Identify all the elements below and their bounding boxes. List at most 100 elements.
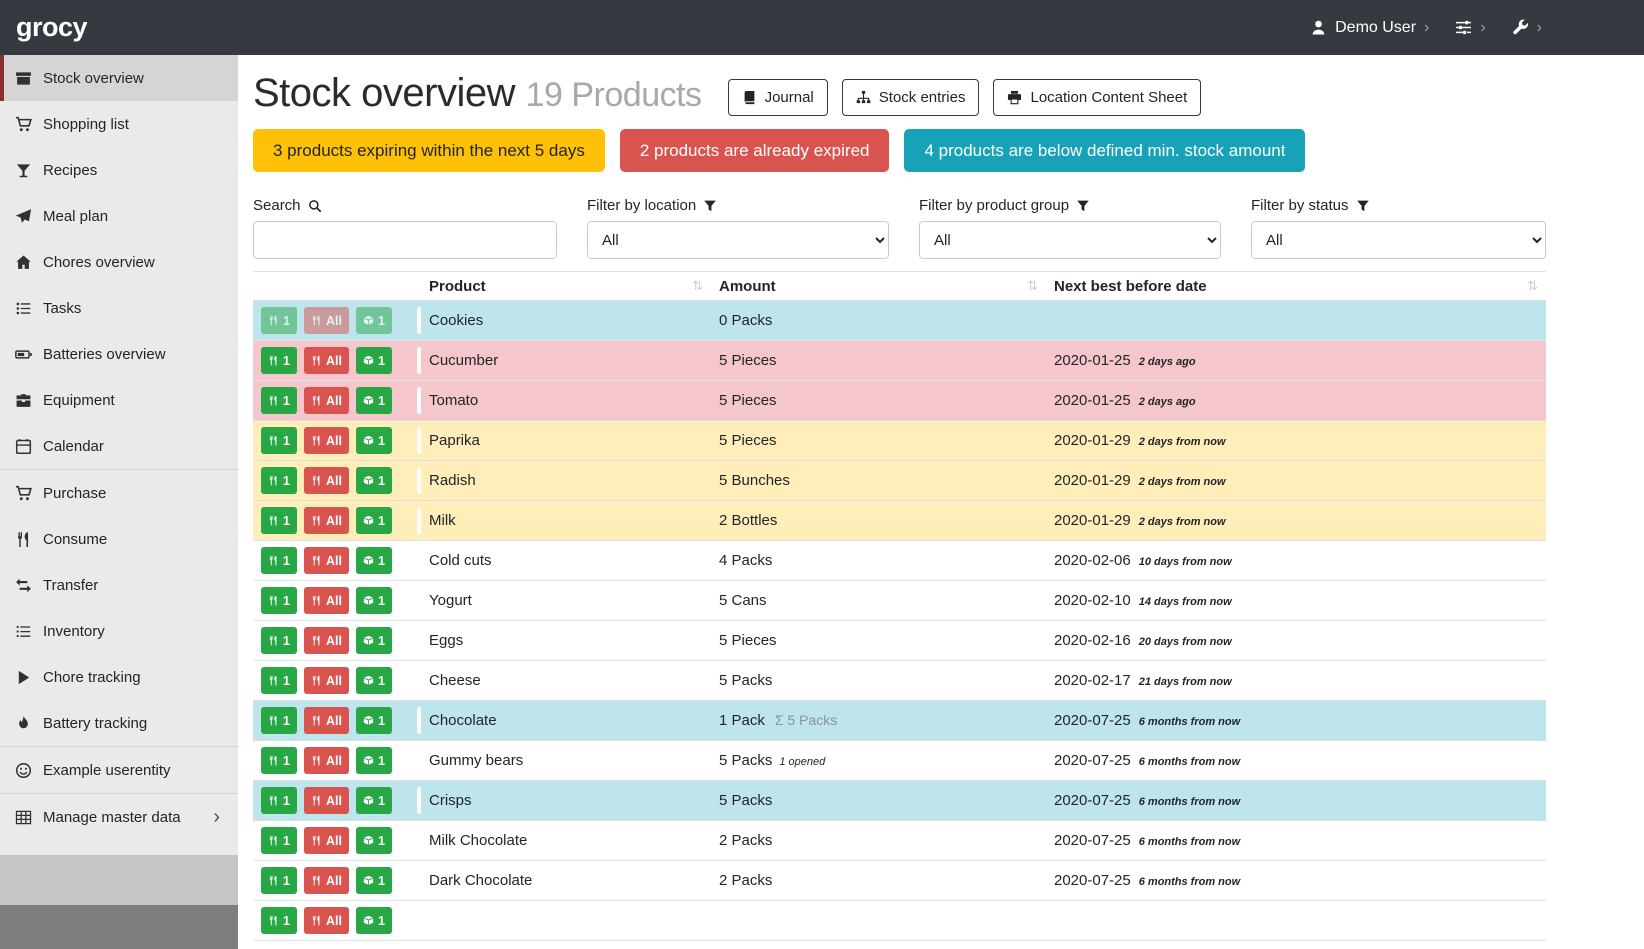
- sort-icon[interactable]: ⇅: [692, 278, 703, 294]
- row-menu-button[interactable]: ⋮: [417, 307, 421, 334]
- consume-all-button[interactable]: All: [304, 827, 349, 854]
- open-one-button[interactable]: 1: [356, 587, 392, 614]
- row-menu-button[interactable]: ⋮: [417, 547, 421, 574]
- open-one-button[interactable]: 1: [356, 507, 392, 534]
- app-logo[interactable]: grocy: [16, 12, 87, 43]
- open-one-button[interactable]: 1: [356, 467, 392, 494]
- open-one-button[interactable]: 1: [356, 427, 392, 454]
- sidebar-item-consume[interactable]: Consume: [0, 516, 238, 562]
- consume-one-button[interactable]: 1: [261, 427, 297, 454]
- location-select[interactable]: All: [587, 221, 889, 259]
- stock-entries-button[interactable]: Stock entries: [842, 79, 980, 116]
- row-menu-button[interactable]: ⋮: [417, 827, 421, 854]
- sort-icon[interactable]: ⇅: [1027, 278, 1038, 294]
- consume-all-button[interactable]: All: [304, 587, 349, 614]
- consume-one-button[interactable]: 1: [261, 787, 297, 814]
- column-header-product[interactable]: Product ⇅: [421, 272, 711, 301]
- consume-one-button[interactable]: 1: [261, 587, 297, 614]
- sidebar-item-recipes[interactable]: Recipes: [0, 147, 238, 193]
- user-menu[interactable]: Demo User ›: [1310, 19, 1429, 37]
- sidebar-item-calendar[interactable]: Calendar: [0, 423, 238, 469]
- open-one-button[interactable]: 1: [356, 307, 392, 334]
- open-one-button[interactable]: 1: [356, 707, 392, 734]
- sidebar-item-stock-overview[interactable]: Stock overview: [0, 55, 238, 101]
- sidebar-item-shopping-list[interactable]: Shopping list: [0, 101, 238, 147]
- location-content-sheet-button[interactable]: Location Content Sheet: [993, 79, 1201, 116]
- open-one-button[interactable]: 1: [356, 347, 392, 374]
- consume-all-button[interactable]: All: [304, 467, 349, 494]
- row-menu-button[interactable]: ⋮: [417, 867, 421, 894]
- row-menu-button[interactable]: ⋮: [417, 787, 421, 814]
- open-one-button[interactable]: 1: [356, 867, 392, 894]
- status-select[interactable]: All: [1251, 221, 1546, 259]
- consume-one-button[interactable]: 1: [261, 667, 297, 694]
- admin-menu[interactable]: ›: [1512, 19, 1542, 36]
- open-one-button[interactable]: 1: [356, 787, 392, 814]
- row-menu-button[interactable]: ⋮: [417, 507, 421, 534]
- sidebar-item-purchase[interactable]: Purchase: [0, 470, 238, 516]
- sidebar-item-meal-plan[interactable]: Meal plan: [0, 193, 238, 239]
- consume-one-button[interactable]: 1: [261, 907, 297, 934]
- consume-one-button[interactable]: 1: [261, 707, 297, 734]
- consume-all-button[interactable]: All: [304, 867, 349, 894]
- sidebar-item-chore-tracking[interactable]: Chore tracking: [0, 654, 238, 700]
- row-menu-button[interactable]: ⋮: [417, 627, 421, 654]
- sidebar-item-equipment[interactable]: Equipment: [0, 377, 238, 423]
- row-menu-button[interactable]: ⋮: [417, 387, 421, 414]
- open-one-button[interactable]: 1: [356, 387, 392, 414]
- consume-all-button[interactable]: All: [304, 707, 349, 734]
- consume-one-button[interactable]: 1: [261, 307, 297, 334]
- open-one-button[interactable]: 1: [356, 907, 392, 934]
- row-menu-button[interactable]: ⋮: [417, 667, 421, 694]
- open-one-button[interactable]: 1: [356, 547, 392, 574]
- consume-one-button[interactable]: 1: [261, 547, 297, 574]
- sidebar-item-inventory[interactable]: Inventory: [0, 608, 238, 654]
- sidebar-item-chores-overview[interactable]: Chores overview: [0, 239, 238, 285]
- consume-one-button[interactable]: 1: [261, 827, 297, 854]
- consume-one-button[interactable]: 1: [261, 467, 297, 494]
- sidebar-item-batteries-overview[interactable]: Batteries overview: [0, 331, 238, 377]
- open-one-button[interactable]: 1: [356, 747, 392, 774]
- sidebar-item-example-userentity[interactable]: Example userentity: [0, 747, 238, 793]
- settings-menu[interactable]: ›: [1455, 19, 1485, 36]
- row-menu-button[interactable]: ⋮: [417, 467, 421, 494]
- open-one-button[interactable]: 1: [356, 827, 392, 854]
- row-menu-button[interactable]: ⋮: [417, 427, 421, 454]
- consume-all-button[interactable]: All: [304, 427, 349, 454]
- consume-all-button[interactable]: All: [304, 387, 349, 414]
- banner-expiring-soon[interactable]: 3 products expiring within the next 5 da…: [253, 129, 605, 172]
- journal-button[interactable]: Journal: [728, 79, 828, 116]
- sort-icon[interactable]: ⇅: [1527, 278, 1538, 294]
- open-one-button[interactable]: 1: [356, 627, 392, 654]
- column-header-next-best-before-date[interactable]: Next best before date ⇅: [1046, 272, 1546, 301]
- consume-one-button[interactable]: 1: [261, 747, 297, 774]
- row-menu-button[interactable]: ⋮: [417, 707, 421, 734]
- consume-all-button[interactable]: All: [304, 347, 349, 374]
- row-menu-button[interactable]: ⋮: [417, 347, 421, 374]
- sidebar-item-battery-tracking[interactable]: Battery tracking: [0, 700, 238, 746]
- row-menu-button[interactable]: ⋮: [417, 747, 421, 774]
- consume-one-button[interactable]: 1: [261, 867, 297, 894]
- search-input[interactable]: [253, 221, 557, 259]
- consume-all-button[interactable]: All: [304, 747, 349, 774]
- column-header-amount[interactable]: Amount ⇅: [711, 272, 1046, 301]
- consume-all-button[interactable]: All: [304, 307, 349, 334]
- consume-all-button[interactable]: All: [304, 547, 349, 574]
- consume-all-button[interactable]: All: [304, 507, 349, 534]
- banner-expired[interactable]: 2 products are already expired: [620, 129, 890, 172]
- row-menu-button[interactable]: ⋮: [417, 907, 421, 934]
- consume-all-button[interactable]: All: [304, 667, 349, 694]
- consume-all-button[interactable]: All: [304, 907, 349, 934]
- sidebar-item-transfer[interactable]: Transfer: [0, 562, 238, 608]
- consume-one-button[interactable]: 1: [261, 387, 297, 414]
- open-one-button[interactable]: 1: [356, 667, 392, 694]
- row-menu-button[interactable]: ⋮: [417, 587, 421, 614]
- consume-all-button[interactable]: All: [304, 627, 349, 654]
- consume-one-button[interactable]: 1: [261, 507, 297, 534]
- banner-below-min-stock[interactable]: 4 products are below defined min. stock …: [904, 129, 1305, 172]
- sidebar-item-tasks[interactable]: Tasks: [0, 285, 238, 331]
- consume-all-button[interactable]: All: [304, 787, 349, 814]
- consume-one-button[interactable]: 1: [261, 627, 297, 654]
- product-group-select[interactable]: All: [919, 221, 1221, 259]
- sidebar-item-manage-master-data[interactable]: Manage master data›: [0, 794, 238, 840]
